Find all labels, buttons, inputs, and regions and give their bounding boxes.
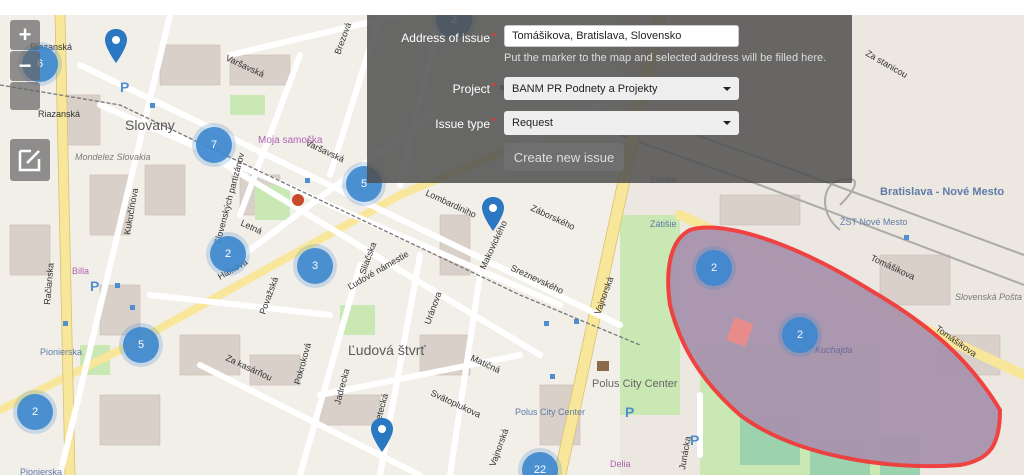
cluster-marker[interactable]: 2: [696, 250, 732, 286]
create-new-issue-button[interactable]: Create new issue: [504, 143, 624, 171]
cinema-icon: [597, 361, 609, 371]
cluster-marker[interactable]: 5: [123, 327, 159, 363]
label-billa: Billa: [72, 266, 89, 276]
issue-type-select-value: Request: [512, 117, 553, 129]
label-polus-city-center: Polus City Center: [592, 378, 678, 390]
selected-location-pin-icon[interactable]: [482, 197, 504, 231]
location-pin-icon[interactable]: [371, 418, 393, 452]
required-indicator: [492, 83, 495, 86]
chevron-down-icon: [723, 86, 731, 91]
project-select-value: BANM PR Podnety a Projekty: [512, 82, 658, 95]
street-riazanska-2: Riazanská: [38, 109, 80, 119]
zoom-in-label: +: [18, 22, 32, 47]
zoom-out-label: −: [18, 53, 32, 78]
label-mondelez: Mondelez Slovakia: [75, 152, 151, 162]
label-ludova-stvrt: Ľudová štvrť: [348, 342, 426, 358]
new-issue-panel: Address of issue Tomášikova, Bratislava,…: [367, 15, 852, 183]
parking-icon-4: P: [120, 79, 129, 95]
label-bratislava-nove-mesto: Bratislava - Nové Mesto: [880, 186, 1004, 198]
location-pin-icon[interactable]: [105, 29, 127, 63]
zoom-out-button[interactable]: −: [10, 51, 40, 81]
label-delia: Delia: [610, 459, 631, 469]
required-indicator: [492, 118, 495, 121]
zoom-in-button[interactable]: +: [10, 20, 40, 50]
issue-type-select[interactable]: Request: [504, 111, 739, 135]
address-input[interactable]: Tomášikova, Bratislava, Slovensko: [504, 25, 739, 47]
address-hint: Put the marker to the map and selected a…: [504, 52, 827, 64]
cluster-marker[interactable]: 2: [782, 317, 818, 353]
chevron-down-icon: [723, 121, 731, 125]
cluster-marker[interactable]: 3: [297, 248, 333, 284]
parking-icon: P: [90, 278, 99, 294]
label-zst-nove-mesto: ŽST Nové Mesto: [840, 217, 907, 227]
issue-type-label: Issue type: [435, 117, 490, 131]
cluster-marker[interactable]: 2: [17, 394, 53, 430]
label-zatisie-2: Zátišie: [650, 219, 677, 229]
parking-icon-2: P: [690, 432, 699, 448]
edit-icon-glyph: [18, 149, 41, 172]
label-pionierska: Pionierska: [40, 347, 82, 357]
label-slovenska-posta: Slovenská Pošta: [955, 292, 1022, 302]
cluster-marker[interactable]: 2: [210, 236, 246, 272]
project-label: Project: [452, 82, 490, 96]
map-control-spacer: [10, 82, 40, 110]
parking-icon-3: P: [625, 404, 634, 420]
label-pionierska-2: Pionierska: [20, 467, 62, 475]
label-slovany: Slovany: [125, 117, 175, 133]
address-label: Address of issue: [401, 31, 490, 45]
fire-station-icon: [292, 194, 304, 206]
cluster-marker[interactable]: 7: [196, 127, 232, 163]
project-select[interactable]: BANM PR Podnety a Projekty: [504, 77, 739, 100]
required-indicator: [492, 33, 495, 36]
edit-icon[interactable]: [10, 139, 50, 181]
label-polus-small: Polus City Center: [515, 407, 585, 417]
label-kuchajda: Kuchajda: [815, 345, 853, 355]
